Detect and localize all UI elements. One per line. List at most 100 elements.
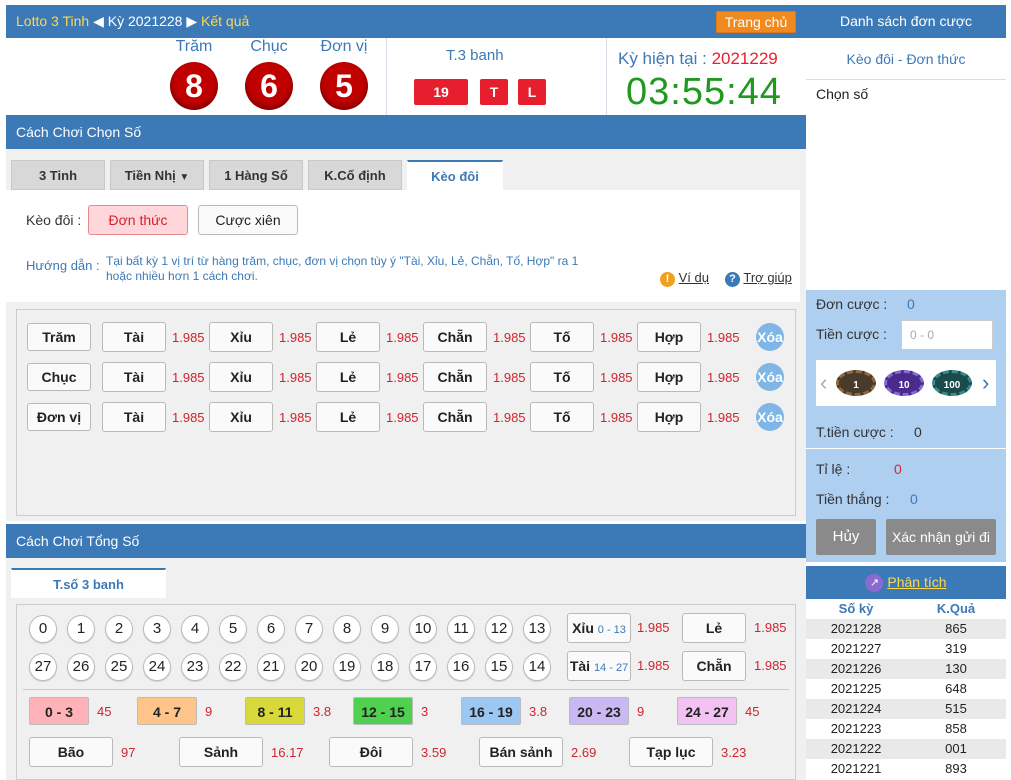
clear-button[interactable]: Xóa: [756, 403, 784, 431]
option-button[interactable]: Chẵn: [423, 402, 487, 432]
tab-k-co-dinh[interactable]: K.Cố định: [308, 160, 402, 190]
number-ball[interactable]: 12: [485, 615, 513, 643]
next-arrow-icon[interactable]: ▶: [186, 13, 197, 29]
chip-1[interactable]: 1: [836, 370, 876, 396]
chan-button[interactable]: Chẵn: [682, 651, 746, 681]
number-ball[interactable]: 7: [295, 615, 323, 643]
result-link[interactable]: Kết quả: [201, 13, 249, 29]
chevron-left-icon[interactable]: ‹: [820, 370, 827, 396]
special-button[interactable]: Đôi: [329, 737, 413, 767]
number-ball[interactable]: 24: [143, 653, 171, 681]
number-ball[interactable]: 10: [409, 615, 437, 643]
option-button[interactable]: Lẻ: [316, 402, 380, 432]
number-ball[interactable]: 11: [447, 615, 475, 643]
number-ball[interactable]: 2: [105, 615, 133, 643]
cancel-button[interactable]: Hủy: [816, 519, 876, 555]
section-choose-number: 3 Tinh Tiền Nhị ▼ 1 Hàng Số K.Cố định Kè…: [6, 149, 806, 521]
option-button[interactable]: Hợp: [637, 402, 701, 432]
range-button[interactable]: 8 - 11: [245, 697, 305, 725]
number-ball[interactable]: 16: [447, 653, 475, 681]
option-button[interactable]: Xỉu: [209, 322, 273, 352]
analysis-link[interactable]: Phân tích: [887, 574, 946, 590]
option-button[interactable]: Lẻ: [316, 322, 380, 352]
number-ball[interactable]: 14: [523, 653, 551, 681]
option-button[interactable]: Tài: [102, 362, 166, 392]
number-ball[interactable]: 4: [181, 615, 209, 643]
col-tram-label: Trăm: [175, 38, 213, 55]
don-thuc-button[interactable]: Đơn thức: [88, 205, 188, 235]
number-ball[interactable]: 27: [29, 653, 57, 681]
option-button[interactable]: Chẵn: [423, 362, 487, 392]
number-ball[interactable]: 8: [333, 615, 361, 643]
number-ball[interactable]: 26: [67, 653, 95, 681]
number-ball[interactable]: 3: [143, 615, 171, 643]
range-odd: 9: [637, 704, 645, 719]
prev-arrow-icon[interactable]: ◀: [93, 13, 104, 29]
special-button[interactable]: Sảnh: [179, 737, 263, 767]
xiu-button[interactable]: Xỉu 0 - 13: [567, 613, 631, 643]
le-button[interactable]: Lẻ: [682, 613, 746, 643]
tien-cuoc-input[interactable]: 0 - 0: [901, 320, 993, 350]
number-ball[interactable]: 9: [371, 615, 399, 643]
number-ball[interactable]: 22: [219, 653, 247, 681]
number-ball[interactable]: 15: [485, 653, 513, 681]
game-name-link[interactable]: Lotto 3 Tinh: [16, 13, 89, 29]
number-ball[interactable]: 5: [219, 615, 247, 643]
option-button[interactable]: Tài: [102, 322, 166, 352]
number-ball[interactable]: 25: [105, 653, 133, 681]
special-odd: 3.23: [721, 745, 747, 760]
clear-button[interactable]: Xóa: [756, 363, 784, 391]
row-label[interactable]: Đơn vị: [27, 403, 91, 431]
bet-form: Đơn cược : 0 Tiền cược : 0 - 0 ‹ 1 10 10…: [806, 290, 1006, 448]
option-button[interactable]: Chẵn: [423, 322, 487, 352]
chevron-right-icon[interactable]: ›: [982, 370, 989, 396]
special-button[interactable]: Bão: [29, 737, 113, 767]
tai-button[interactable]: Tài 14 - 27: [567, 651, 631, 681]
clear-button[interactable]: Xóa: [756, 323, 784, 351]
history-ky: 2021221: [830, 761, 882, 776]
cuoc-xien-button[interactable]: Cược xiên: [198, 205, 298, 235]
option-button[interactable]: Hợp: [637, 362, 701, 392]
range-button[interactable]: 12 - 15: [353, 697, 413, 725]
option-button[interactable]: Xỉu: [209, 402, 273, 432]
number-ball[interactable]: 23: [181, 653, 209, 681]
option-button[interactable]: Tài: [102, 402, 166, 432]
range-button[interactable]: 0 - 3: [29, 697, 89, 725]
number-ball[interactable]: 6: [257, 615, 285, 643]
tab-tso-3-banh[interactable]: T.số 3 banh: [11, 568, 166, 598]
example-link[interactable]: ! Ví dụ: [660, 270, 709, 287]
range-button[interactable]: 4 - 7: [137, 697, 197, 725]
range-button[interactable]: 20 - 23: [569, 697, 629, 725]
option-button[interactable]: Tố: [530, 322, 594, 352]
confirm-button[interactable]: Xác nhận gửi đi: [886, 519, 996, 555]
special-button[interactable]: Tạp lục: [629, 737, 713, 767]
special-button[interactable]: Bán sảnh: [479, 737, 563, 767]
range-button[interactable]: 16 - 19: [461, 697, 521, 725]
chip-10[interactable]: 10: [884, 370, 924, 396]
number-ball[interactable]: 20: [295, 653, 323, 681]
tab-keo-doi[interactable]: Kèo đôi: [407, 160, 503, 190]
number-ball[interactable]: 17: [409, 653, 437, 681]
option-button[interactable]: Tố: [530, 362, 594, 392]
option-button[interactable]: Tố: [530, 402, 594, 432]
current-ky-label: Kỳ hiện tại : 2021229: [618, 49, 778, 68]
option-button[interactable]: Hợp: [637, 322, 701, 352]
tab-tien-nhi[interactable]: Tiền Nhị ▼: [110, 160, 204, 190]
number-ball[interactable]: 13: [523, 615, 551, 643]
number-ball[interactable]: 18: [371, 653, 399, 681]
row-label[interactable]: Trăm: [27, 323, 91, 351]
help-link[interactable]: ? Trợ giúp: [725, 270, 792, 287]
tab-1-hang-so[interactable]: 1 Hàng Số: [209, 160, 303, 190]
row-label[interactable]: Chục: [27, 363, 91, 391]
number-ball[interactable]: 19: [333, 653, 361, 681]
number-ball[interactable]: 0: [29, 615, 57, 643]
range-button[interactable]: 24 - 27: [677, 697, 737, 725]
number-ball[interactable]: 1: [67, 615, 95, 643]
option-button[interactable]: Lẻ: [316, 362, 380, 392]
option-button[interactable]: Xỉu: [209, 362, 273, 392]
home-button[interactable]: Trang chủ: [716, 11, 796, 33]
number-ball[interactable]: 21: [257, 653, 285, 681]
result-ball-tram: 8: [170, 62, 218, 110]
chip-100[interactable]: 100: [932, 370, 972, 396]
tab-3-tinh[interactable]: 3 Tinh: [11, 160, 105, 190]
